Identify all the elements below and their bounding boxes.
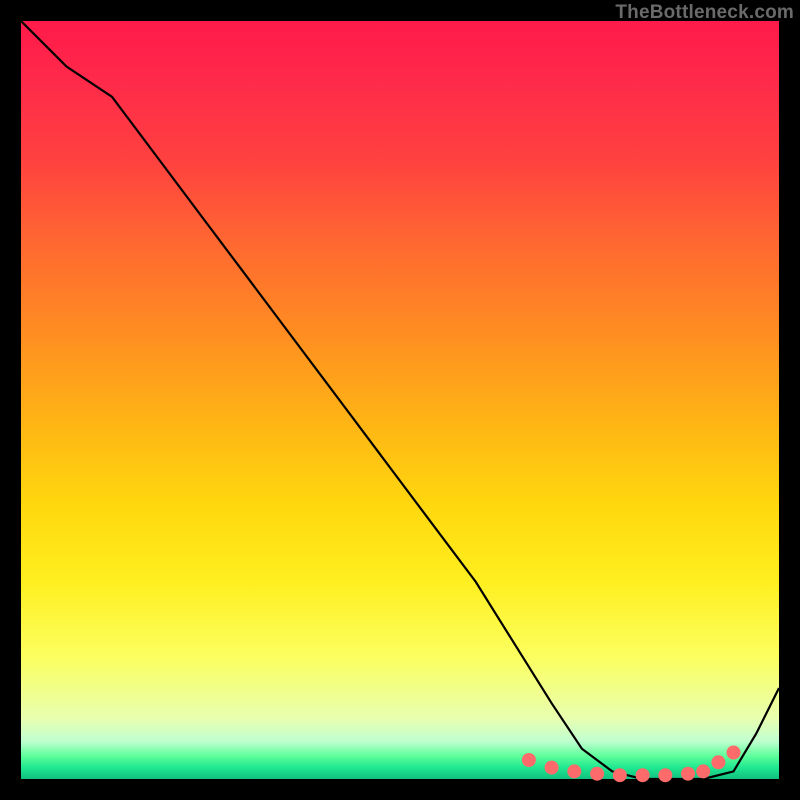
chart-frame: TheBottleneck.com (0, 0, 800, 800)
watermark-text: TheBottleneck.com (615, 2, 794, 24)
gradient-plot-area (21, 21, 779, 779)
